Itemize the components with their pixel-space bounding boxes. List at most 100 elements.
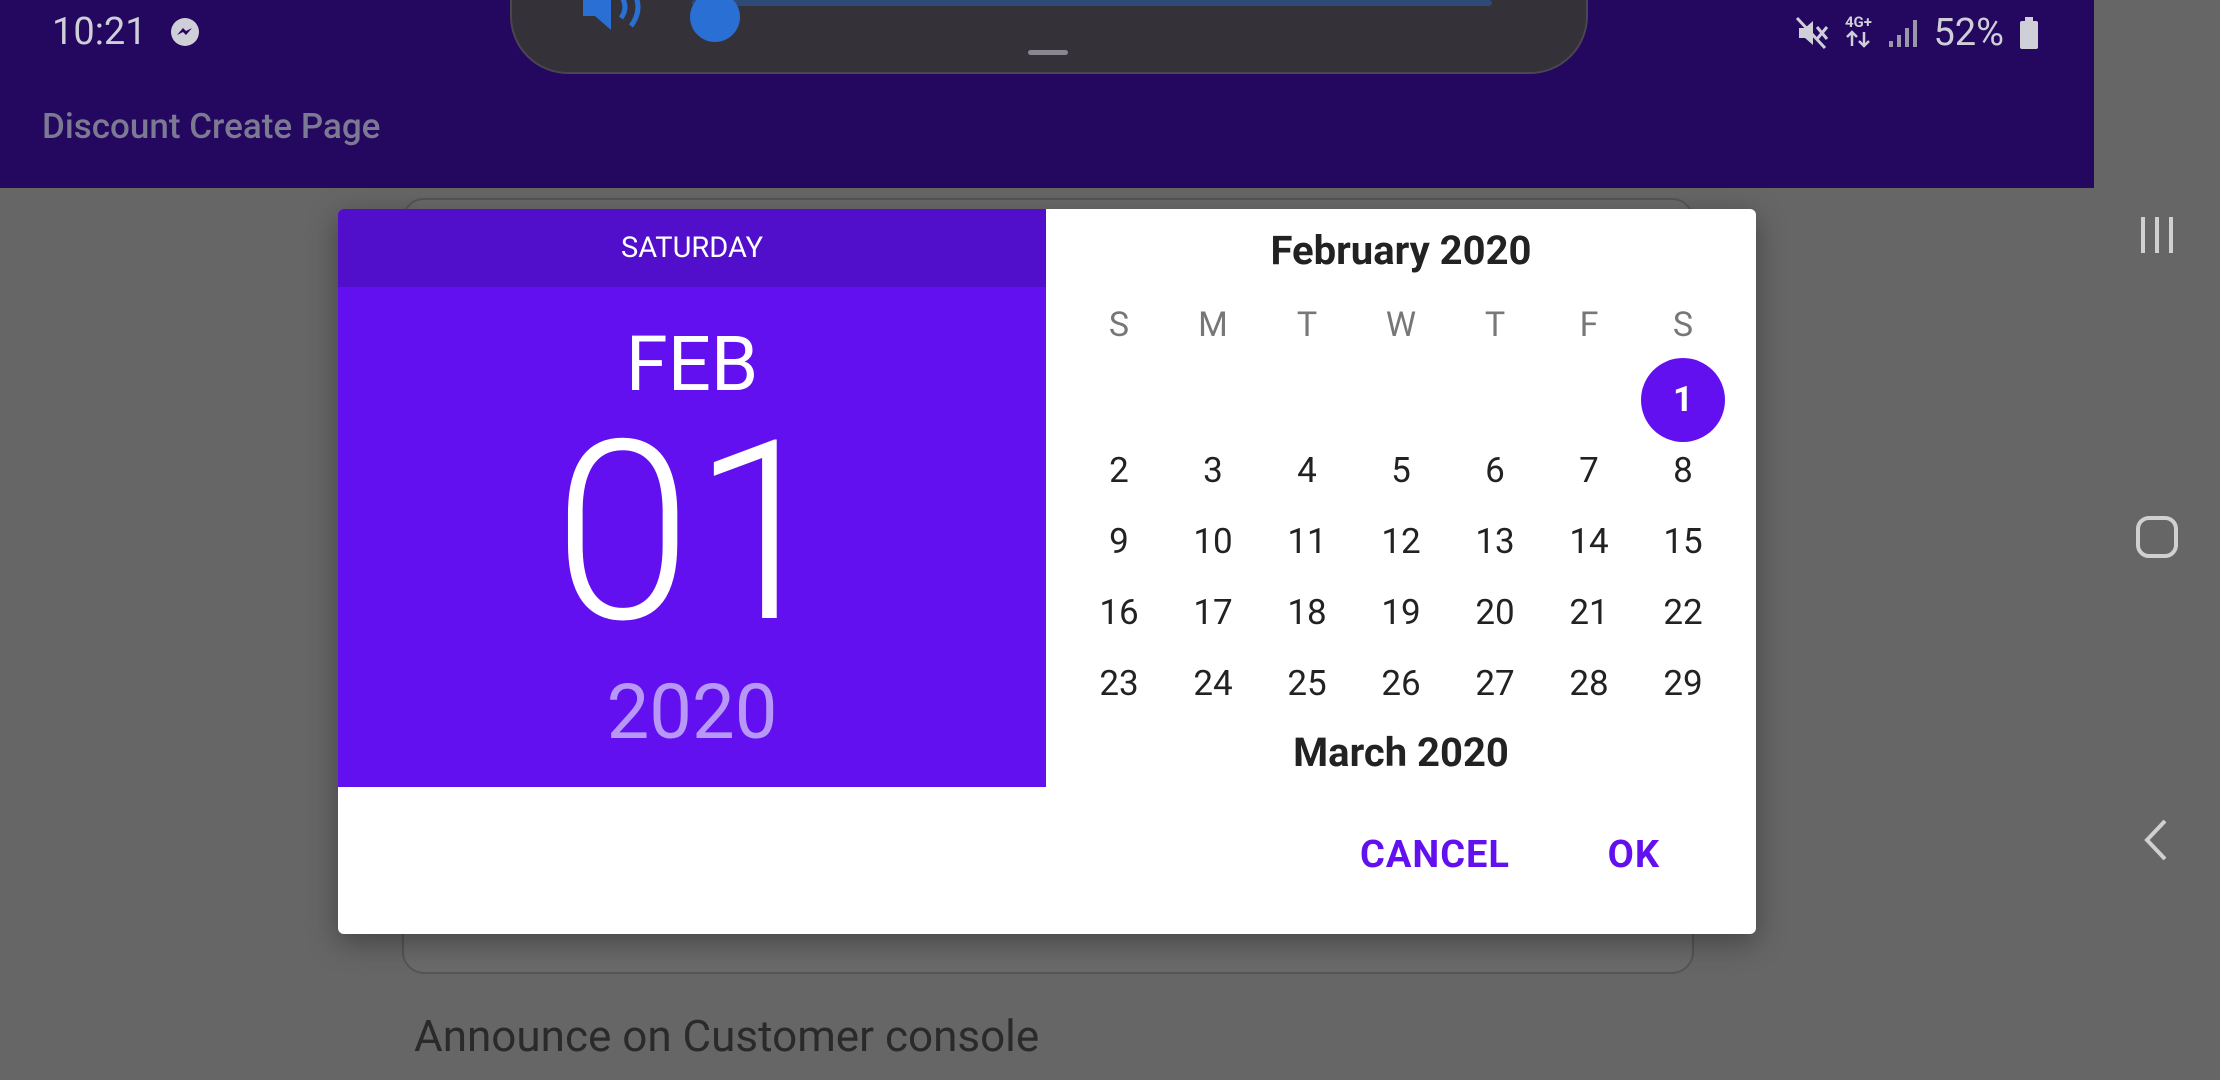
day-cell[interactable]: 2 <box>1072 435 1166 506</box>
home-icon <box>2136 516 2178 558</box>
day-number: 16 <box>1099 592 1139 633</box>
battery-percent: 52% <box>1933 11 2004 55</box>
selected-weekday[interactable]: SATURDAY <box>338 209 1046 287</box>
day-cell[interactable]: 15 <box>1636 506 1730 577</box>
day-cell[interactable]: 8 <box>1636 435 1730 506</box>
empty-day-cell <box>1354 364 1448 435</box>
day-cell[interactable]: 14 <box>1542 506 1636 577</box>
weekday-initial: M <box>1198 305 1228 345</box>
weekday-header-row: SMTWTFS <box>1072 305 1730 345</box>
day-number: 13 <box>1475 521 1515 562</box>
day-number: 11 <box>1287 521 1327 562</box>
day-cell[interactable]: 22 <box>1636 577 1730 648</box>
day-cell[interactable]: 27 <box>1448 648 1542 719</box>
day-cell[interactable]: 6 <box>1448 435 1542 506</box>
day-cell[interactable]: 16 <box>1072 577 1166 648</box>
day-cell[interactable]: 18 <box>1260 577 1354 648</box>
day-number: 10 <box>1193 521 1233 562</box>
day-cell[interactable]: 11 <box>1260 506 1354 577</box>
day-cell[interactable]: 13 <box>1448 506 1542 577</box>
day-number: 23 <box>1099 663 1139 704</box>
page-title: Discount Create Page <box>42 106 381 147</box>
day-number: 22 <box>1663 592 1703 633</box>
speaker-icon[interactable] <box>577 0 657 32</box>
day-number: 21 <box>1569 592 1609 633</box>
day-number: 8 <box>1673 450 1693 491</box>
day-cell[interactable]: 19 <box>1354 577 1448 648</box>
day-number: 18 <box>1287 592 1327 633</box>
empty-day-cell <box>1448 364 1542 435</box>
date-picker-header: SATURDAY FEB 01 2020 <box>338 209 1046 787</box>
next-month-title: March 2020 <box>1293 729 1509 776</box>
day-grid: 1 2 3 4 5 6 7 8 9 10 11 12 13 14 15 16 17 18 19 20 21 22 23 24 2… <box>1072 357 1730 719</box>
volume-panel[interactable] <box>510 0 1588 74</box>
day-number: 2 <box>1109 450 1129 491</box>
battery-icon <box>2020 17 2038 49</box>
day-number: 24 <box>1193 663 1233 704</box>
day-cell[interactable]: 28 <box>1542 648 1636 719</box>
day-cell[interactable]: 24 <box>1166 648 1260 719</box>
weekday-initial: S <box>1672 305 1694 345</box>
recent-apps-icon <box>2141 217 2173 253</box>
status-time: 10:21 <box>52 10 147 54</box>
day-cell[interactable]: 4 <box>1260 435 1354 506</box>
day-number: 1 <box>1641 357 1725 442</box>
day-number: 29 <box>1663 663 1703 704</box>
day-number: 15 <box>1663 521 1703 562</box>
navigation-bar <box>2094 0 2220 1080</box>
day-number: 14 <box>1569 521 1609 562</box>
day-cell[interactable]: 9 <box>1072 506 1166 577</box>
day-number: 28 <box>1569 663 1609 704</box>
day-cell[interactable]: 23 <box>1072 648 1166 719</box>
day-cell[interactable]: 3 <box>1166 435 1260 506</box>
date-picker-dialog: SATURDAY FEB 01 2020 February 2020 S M T W T… <box>338 209 1756 934</box>
mute-icon <box>1796 16 1829 50</box>
announce-label: Announce on Customer console <box>414 1010 1040 1062</box>
day-cell[interactable]: 25 <box>1260 648 1354 719</box>
signal-icon <box>1889 20 1918 47</box>
selected-day[interactable]: 01 <box>338 409 1046 659</box>
ok-button[interactable]: OK <box>1602 825 1666 885</box>
back-icon <box>2144 819 2167 861</box>
volume-slider-thumb[interactable] <box>690 0 740 42</box>
day-number: 17 <box>1193 592 1233 633</box>
day-number: 4 <box>1297 450 1317 491</box>
day-number: 6 <box>1485 450 1505 491</box>
messenger-icon <box>171 18 199 46</box>
day-cell[interactable]: 26 <box>1354 648 1448 719</box>
weekday-initial: T <box>1296 305 1318 345</box>
weekday-initial: F <box>1579 305 1599 345</box>
day-cell[interactable]: 5 <box>1354 435 1448 506</box>
volume-panel-handle[interactable] <box>1028 50 1068 55</box>
day-number: 7 <box>1579 450 1599 491</box>
day-cell[interactable]: 10 <box>1166 506 1260 577</box>
data-arrows-icon <box>1846 29 1871 48</box>
weekday-initial: S <box>1108 305 1130 345</box>
selected-day-cell[interactable]: 1 <box>1636 357 1730 442</box>
day-number: 26 <box>1381 663 1421 704</box>
empty-day-cell <box>1166 364 1260 435</box>
day-number: 5 <box>1391 450 1411 491</box>
status-icons: 4G+ 52% <box>1795 8 2040 58</box>
day-number: 9 <box>1109 521 1129 562</box>
day-number: 25 <box>1287 663 1327 704</box>
network-indicator: 4G+ <box>1843 14 1873 52</box>
day-cell[interactable]: 7 <box>1542 435 1636 506</box>
empty-day-cell <box>1542 364 1636 435</box>
day-cell[interactable]: 20 <box>1448 577 1542 648</box>
back-button[interactable] <box>2132 815 2182 865</box>
home-button[interactable] <box>2132 512 2182 562</box>
month-title: February 2020 <box>1270 227 1532 274</box>
cancel-button[interactable]: CANCEL <box>1354 825 1516 885</box>
day-cell[interactable]: 21 <box>1542 577 1636 648</box>
dialog-actions: CANCEL OK <box>1046 787 1756 934</box>
selected-year[interactable]: 2020 <box>338 667 1046 757</box>
day-cell[interactable]: 12 <box>1354 506 1448 577</box>
volume-slider[interactable] <box>692 0 1492 6</box>
calendar-view: February 2020 SMTWTFS 1 2 3 4 5 6 7 8 9 10 11 12 13 1… <box>1046 209 1756 787</box>
day-cell[interactable]: 17 <box>1166 577 1260 648</box>
recent-apps-button[interactable] <box>2132 210 2182 260</box>
weekday-initial: T <box>1484 305 1506 345</box>
day-cell[interactable]: 29 <box>1636 648 1730 719</box>
day-number: 20 <box>1475 592 1515 633</box>
